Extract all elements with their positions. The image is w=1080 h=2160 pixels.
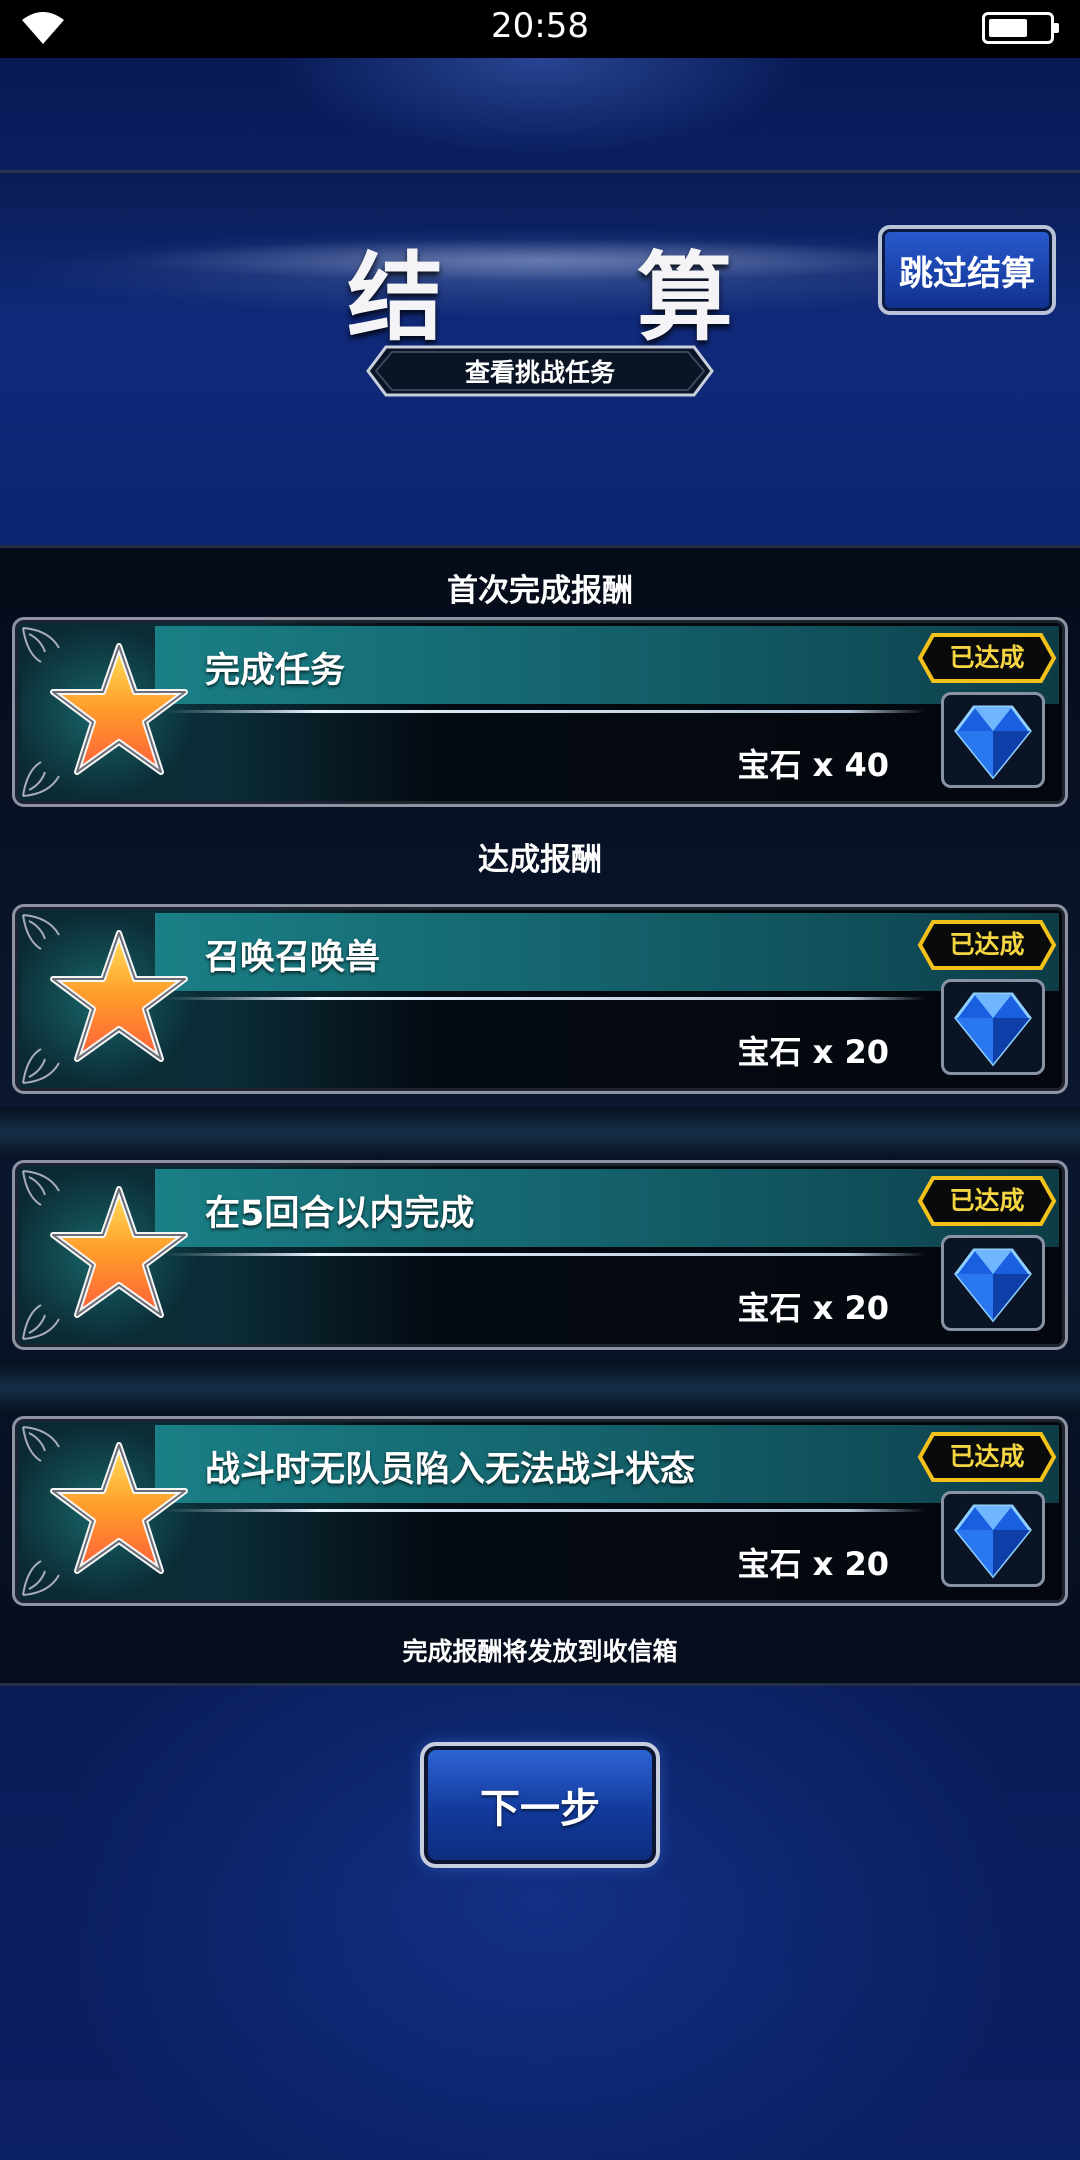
gem-icon: [954, 992, 1032, 1067]
reward-amount: 宝石 x 20: [737, 1545, 889, 1583]
card-divider: [165, 997, 925, 1000]
achieved-badge: 已达成: [917, 919, 1057, 971]
reward-amount: 宝石 x 40: [737, 746, 889, 784]
next-step-button[interactable]: 下一步: [420, 1742, 660, 1868]
mission-card: 战斗时无队员陷入无法战斗状态 宝石 x 20 已达成: [12, 1416, 1068, 1606]
star-icon: [50, 1442, 188, 1574]
mission-title: 召唤召唤兽: [205, 938, 381, 978]
gem-icon: [954, 1504, 1032, 1579]
achieved-label: 已达成: [949, 1186, 1025, 1215]
view-challenge-missions-button[interactable]: 查看挑战任务: [366, 345, 714, 397]
gem-icon: [954, 1248, 1032, 1323]
first-clear-reward-heading: 首次完成报酬: [447, 573, 633, 609]
achievement-reward-heading: 达成报酬: [478, 842, 602, 878]
card-divider: [165, 1509, 925, 1512]
gem-reward-frame: [941, 979, 1045, 1075]
status-bar: 20:58: [0, 0, 1080, 58]
reward-amount: 宝石 x 20: [737, 1033, 889, 1071]
achieved-badge: 已达成: [917, 1431, 1057, 1483]
mission-card: 在5回合以内完成 宝石 x 20 已达成: [12, 1160, 1068, 1350]
mission-card: 完成任务 宝石 x 40 已达成: [12, 617, 1068, 807]
achieved-label: 已达成: [949, 1442, 1025, 1471]
star-icon: [50, 643, 188, 775]
result-screen: 20:58 结 算 跳过结算 查看挑战任务 首次完成报酬 完成任务 宝石 x 4…: [0, 0, 1080, 2160]
mission-title: 战斗时无队员陷入无法战斗状态: [205, 1450, 696, 1490]
reward-amount: 宝石 x 20: [737, 1289, 889, 1327]
star-icon: [50, 930, 188, 1062]
star-icon: [50, 1186, 188, 1318]
card-divider: [165, 710, 925, 713]
battery-icon: [982, 12, 1059, 44]
gem-icon: [954, 705, 1032, 780]
gem-reward-frame: [941, 1235, 1045, 1331]
achieved-badge: 已达成: [917, 632, 1057, 684]
mission-card: 召唤召唤兽 宝石 x 20 已达成: [12, 904, 1068, 1094]
mission-title: 完成任务: [205, 651, 346, 691]
mission-title: 在5回合以内完成: [205, 1194, 475, 1234]
skip-settlement-button[interactable]: 跳过结算: [878, 225, 1056, 315]
gem-reward-frame: [941, 1491, 1045, 1587]
reward-mailbox-note: 完成报酬将发放到收信箱: [402, 1637, 678, 1666]
achieved-badge: 已达成: [917, 1175, 1057, 1227]
card-divider: [165, 1253, 925, 1256]
header-spotlight: [0, 58, 1080, 170]
achieved-label: 已达成: [949, 930, 1025, 959]
status-time: 20:58: [491, 6, 589, 46]
challenge-button-label: 查看挑战任务: [464, 358, 615, 387]
gem-reward-frame: [941, 692, 1045, 788]
achieved-label: 已达成: [949, 643, 1025, 672]
